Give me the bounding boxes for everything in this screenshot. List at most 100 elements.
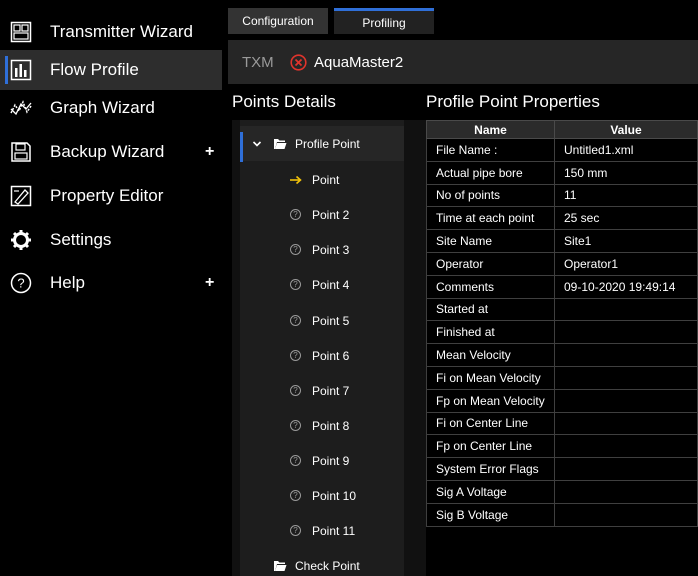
property-value-cell[interactable]: 11	[554, 183, 698, 208]
nav-item-transmitter-wizard[interactable]: Transmitter Wizard	[0, 12, 222, 52]
table-row[interactable]: Fi on Center Line	[426, 411, 698, 436]
property-name-cell: Fp on Mean Velocity	[426, 388, 555, 413]
property-name-cell: Actual pipe bore	[426, 160, 555, 185]
table-row[interactable]: Fp on Center Line	[426, 434, 698, 459]
property-value-cell[interactable]: 09-10-2020 19:49:14	[554, 274, 698, 299]
tree-node-label: Profile Point	[295, 136, 360, 151]
property-value-cell[interactable]	[554, 411, 698, 436]
table-row[interactable]: Time at each point 25 sec	[426, 206, 698, 231]
property-name-cell: System Error Flags	[426, 457, 555, 481]
tree-node-point[interactable]: ? Point 8	[240, 408, 404, 443]
property-value-cell[interactable]: Operator1	[554, 251, 698, 276]
nav-item-flow-profile[interactable]: Flow Profile	[0, 50, 222, 90]
tree-node-label: Point 3	[312, 242, 350, 257]
table-row[interactable]: Operator Operator1	[426, 251, 698, 276]
tree-node-label: Point 9	[312, 453, 350, 468]
status-error-icon	[290, 53, 307, 71]
property-value-cell[interactable]	[554, 343, 698, 367]
tree-node-point[interactable]: ? Point 4	[240, 267, 404, 302]
property-value-cell[interactable]	[554, 320, 698, 345]
property-name-cell: Operator	[426, 251, 555, 276]
nav-label: Flow Profile	[50, 60, 139, 79]
tree-node-label: Point 11	[312, 523, 356, 538]
table-row[interactable]: Site Name Site1	[426, 229, 698, 253]
property-value-cell[interactable]	[554, 479, 698, 504]
table-row[interactable]: Started at	[426, 297, 698, 322]
question-icon: ?	[290, 455, 301, 466]
column-header-value: Value	[554, 120, 698, 139]
svg-text:?: ?	[17, 276, 24, 291]
flow-profile-icon	[10, 59, 32, 81]
question-icon: ?	[290, 385, 301, 396]
property-value-cell[interactable]: Site1	[554, 229, 698, 253]
properties-table: Name Value File Name : Untitled1.xml Actua…	[426, 120, 698, 527]
tree-node-point[interactable]: ? Point 11	[240, 513, 404, 548]
tree-node-point[interactable]: ? Point 9	[240, 443, 404, 478]
property-value-cell[interactable]	[554, 457, 698, 481]
property-value-cell[interactable]: Untitled1.xml	[554, 138, 698, 162]
table-row[interactable]: Comments 09-10-2020 19:49:14	[426, 274, 698, 299]
tree-node-point[interactable]: ? Point 7	[240, 373, 404, 408]
table-row[interactable]: Fi on Mean Velocity	[426, 365, 698, 390]
property-name-cell: Comments	[426, 274, 555, 299]
question-icon: ?	[290, 525, 301, 536]
property-value-cell[interactable]	[554, 502, 698, 527]
txm-device-name: AquaMaster2	[314, 53, 404, 71]
tab-configuration[interactable]: Configuration	[228, 8, 328, 34]
side-nav: Transmitter Wizard Flow Profile Graph Wi…	[0, 0, 222, 576]
tree-node-label: Point 8	[312, 418, 350, 433]
tree-node-point[interactable]: ? Point 6	[240, 338, 404, 373]
table-row[interactable]: Sig B Voltage	[426, 502, 698, 527]
nav-label: Transmitter Wizard	[50, 22, 193, 41]
nav-item-backup-wizard[interactable]: Backup Wizard +	[0, 132, 222, 172]
property-name-cell: Fp on Center Line	[426, 434, 555, 459]
property-editor-icon	[10, 185, 32, 207]
nav-label: Settings	[50, 230, 112, 249]
gear-icon	[10, 229, 32, 251]
nav-item-settings[interactable]: Settings	[0, 220, 222, 260]
property-value-cell[interactable]	[554, 434, 698, 459]
table-row[interactable]: Mean Velocity	[426, 343, 698, 367]
property-value-cell[interactable]	[554, 388, 698, 413]
property-name-cell: File Name :	[426, 138, 555, 162]
property-name-cell: Site Name	[426, 229, 555, 253]
property-value-cell[interactable]: 25 sec	[554, 206, 698, 231]
nav-item-property-editor[interactable]: Property Editor	[0, 176, 222, 216]
nav-item-help[interactable]: ? Help +	[0, 263, 222, 303]
transmitter-icon	[10, 21, 32, 43]
table-header-row: Name Value	[426, 120, 698, 139]
nav-item-graph-wizard[interactable]: Graph Wizard	[0, 88, 222, 128]
question-icon: ?	[290, 350, 301, 361]
table-row[interactable]: Actual pipe bore 150 mm	[426, 160, 698, 185]
chevron-down-icon[interactable]	[252, 139, 262, 149]
tree-node-point[interactable]: ? Point 3	[240, 232, 404, 267]
property-name-cell: No of points	[426, 183, 555, 208]
table-row[interactable]: Fp on Mean Velocity	[426, 388, 698, 413]
tree-node-label: Point 5	[312, 313, 350, 328]
table-row[interactable]: File Name : Untitled1.xml	[426, 138, 698, 162]
question-icon: ?	[290, 315, 301, 326]
tree-node-check-point[interactable]: Check Point	[240, 548, 404, 576]
tab-profiling[interactable]: Profiling	[334, 8, 434, 34]
question-icon: ?	[290, 490, 301, 501]
table-row[interactable]: Sig A Voltage	[426, 479, 698, 504]
table-row[interactable]: Finished at	[426, 320, 698, 345]
table-row[interactable]: No of points 11	[426, 183, 698, 208]
tree-node-label: Check Point	[295, 558, 360, 573]
tree-node-point[interactable]: Point	[240, 162, 404, 197]
points-details-title: Points Details	[232, 92, 336, 111]
property-name-cell: Fi on Center Line	[426, 411, 555, 436]
property-value-cell[interactable]	[554, 297, 698, 322]
graph-icon	[10, 97, 32, 119]
tree-node-point[interactable]: ? Point 5	[240, 303, 404, 338]
table-row[interactable]: System Error Flags	[426, 457, 698, 481]
expand-plus-icon[interactable]: +	[205, 274, 214, 292]
tree-node-point[interactable]: ? Point 2	[240, 197, 404, 232]
property-value-cell[interactable]: 150 mm	[554, 160, 698, 185]
property-name-cell: Mean Velocity	[426, 343, 555, 367]
question-icon: ?	[290, 279, 301, 290]
expand-plus-icon[interactable]: +	[205, 143, 214, 161]
tree-node-profile-point[interactable]: Profile Point	[240, 126, 404, 162]
property-value-cell[interactable]	[554, 365, 698, 390]
tree-node-point[interactable]: ? Point 10	[240, 478, 404, 513]
